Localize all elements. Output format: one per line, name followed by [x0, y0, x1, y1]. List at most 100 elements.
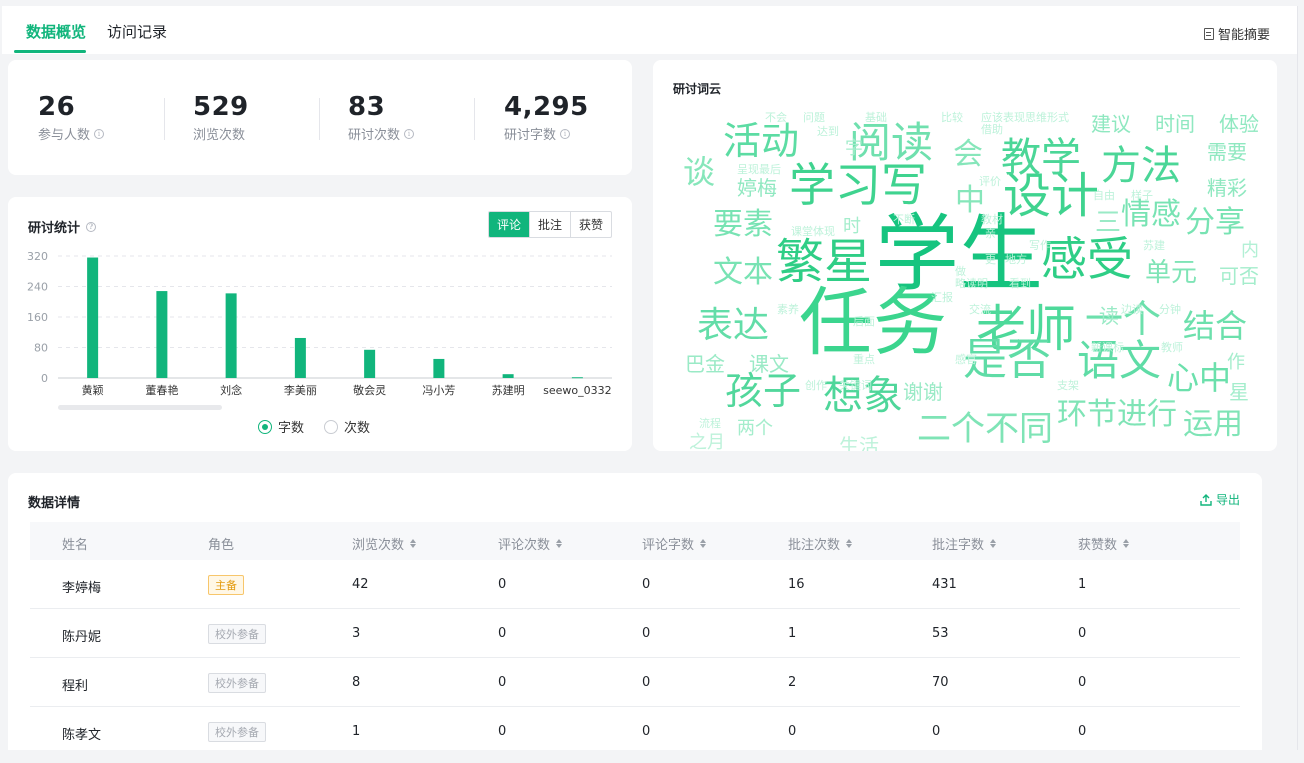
- cell-likes: 0: [1078, 675, 1087, 690]
- word-cloud-term: 亲: [985, 227, 996, 240]
- word-cloud-term: 评价: [979, 175, 1001, 188]
- sort-icon[interactable]: [410, 539, 417, 548]
- role-badge: 主备: [208, 575, 244, 595]
- word-cloud-term: 需要: [1207, 140, 1247, 164]
- cell-views: 8: [352, 675, 361, 690]
- cell-views: 42: [352, 577, 369, 592]
- x-tick-label: 敬会灵: [353, 384, 386, 397]
- table-row[interactable]: 陈孝文 校外参备 1 0 0 0 0 0: [30, 707, 1240, 750]
- word-cloud-term: 可否: [1219, 264, 1259, 288]
- word-cloud-term: 新课标: [1091, 341, 1124, 354]
- word-cloud-term: 苏建: [1143, 239, 1165, 252]
- word-cloud-term: 素养: [777, 303, 799, 316]
- cell-comment-words: 0: [642, 724, 651, 739]
- cell-annotation-words: 53: [932, 626, 949, 641]
- word-cloud-term: 心中: [1167, 359, 1232, 397]
- word-cloud-term: 方法: [1101, 143, 1181, 189]
- x-tick-label: 冯小芳: [422, 383, 455, 397]
- bar[interactable]: [156, 291, 168, 378]
- stat-participants: 26 参与人数 i: [38, 92, 105, 143]
- radio-count[interactable]: 次数: [324, 417, 370, 436]
- word-cloud: 学生 任务 繁星 感受 老师 学习写 设计 阅读 教学 方法 活动 想象 是否 语文 孩子 表达 一个 结合 心中文…: [653, 60, 1277, 451]
- cell-comments: 0: [498, 675, 507, 690]
- info-icon[interactable]: i: [404, 128, 415, 139]
- word-cloud-term: 教材: [981, 213, 1003, 226]
- column-header[interactable]: 评论次数: [498, 534, 563, 553]
- word-cloud-term: 生活: [839, 434, 879, 451]
- segment-annotations[interactable]: 批注: [528, 212, 570, 237]
- document-icon: [1203, 27, 1214, 40]
- table-row[interactable]: 陈丹妮 校外参备 3 0 0 1 53 0: [30, 609, 1240, 658]
- sort-icon[interactable]: [846, 539, 853, 548]
- word-cloud-term: 要素: [713, 207, 773, 242]
- word-cloud-term: 呈现最后: [737, 163, 781, 176]
- divider: [474, 98, 475, 140]
- column-header[interactable]: 批注次数: [788, 534, 853, 553]
- word-cloud-term: 单元: [1145, 258, 1198, 288]
- cell-name: 陈丹妮: [62, 630, 102, 645]
- word-cloud-term: 样子: [1131, 189, 1153, 202]
- word-cloud-term: 问题: [803, 111, 825, 124]
- stat-value: 529: [193, 92, 249, 122]
- sort-icon[interactable]: [700, 539, 707, 548]
- word-cloud-term: 借助: [981, 123, 1003, 136]
- info-icon[interactable]: i: [94, 128, 105, 139]
- bar[interactable]: [294, 337, 306, 378]
- x-tick-label: 刘念: [220, 383, 242, 397]
- smart-summary-button[interactable]: 智能摘要: [1203, 24, 1270, 43]
- word-cloud-term: 谢谢: [903, 380, 943, 404]
- bar[interactable]: [87, 257, 99, 378]
- bar[interactable]: [571, 377, 583, 379]
- word-cloud-term: 教师: [1161, 341, 1183, 354]
- stat-label: 参与人数: [38, 128, 91, 143]
- chart-scrollbar[interactable]: [58, 405, 222, 410]
- column-header[interactable]: 获赞数: [1078, 534, 1130, 553]
- sort-icon[interactable]: [556, 539, 563, 548]
- role-badge: 校外参备: [208, 624, 266, 644]
- column-header[interactable]: 评论字数: [642, 534, 707, 553]
- info-icon[interactable]: i: [560, 128, 571, 139]
- bar[interactable]: [502, 374, 514, 378]
- bar[interactable]: [433, 358, 445, 378]
- word-cloud-term: 星: [1229, 380, 1249, 404]
- table-row[interactable]: 李婷梅 主备 42 0 0 16 431 1: [30, 560, 1240, 609]
- tab-visit-records[interactable]: 访问记录: [107, 21, 167, 42]
- segment-comments[interactable]: 评论: [488, 212, 529, 237]
- stat-value: 83: [348, 92, 386, 122]
- word-cloud-term: 巴金: [685, 352, 725, 376]
- help-icon[interactable]: ?: [86, 221, 97, 232]
- word-cloud-term: 繁星: [776, 234, 873, 290]
- metric-segmented-control: 评论 批注 获赞: [487, 211, 612, 238]
- cell-annotation-words: 0: [932, 724, 941, 739]
- export-button[interactable]: 导出: [1200, 491, 1240, 508]
- table-row[interactable]: 程利 校外参备 8 0 0 2 70 0: [30, 658, 1240, 707]
- radio-label: 次数: [344, 421, 371, 436]
- sort-icon[interactable]: [1123, 539, 1130, 548]
- cell-annotations: 1: [788, 626, 797, 641]
- cell-comments: 0: [498, 626, 507, 641]
- word-cloud-term: 之月: [689, 432, 725, 452]
- divider: [319, 98, 320, 140]
- word-cloud-term: 孩子: [725, 369, 802, 413]
- tab-data-overview[interactable]: 数据概览: [26, 21, 86, 42]
- sort-icon[interactable]: [990, 539, 997, 548]
- radio-word-count[interactable]: 字数: [258, 417, 304, 436]
- bar[interactable]: [364, 349, 376, 378]
- cell-comment-words: 0: [642, 626, 651, 641]
- word-cloud-term: 地方: [1005, 253, 1027, 266]
- x-tick-label: 董春艳: [145, 383, 178, 397]
- word-cloud-term: 更: [985, 253, 996, 266]
- word-cloud-term: 做: [955, 265, 966, 278]
- word-cloud-term: 不会: [765, 111, 787, 124]
- details-title: 数据详情: [28, 496, 81, 511]
- smart-summary-label: 智能摘要: [1217, 28, 1270, 43]
- word-cloud-term: 比较: [941, 111, 963, 124]
- column-header[interactable]: 批注字数: [932, 534, 997, 553]
- top-tab-bar: 数据概览 访问记录 智能摘要: [2, 6, 1297, 54]
- segment-likes[interactable]: 获赞: [569, 212, 611, 237]
- cell-name: 李婷梅: [62, 581, 102, 596]
- column-header-label: 姓名: [62, 538, 89, 553]
- word-cloud-term: 建议: [1091, 112, 1131, 136]
- bar[interactable]: [225, 293, 237, 378]
- column-header[interactable]: 浏览次数: [352, 534, 417, 553]
